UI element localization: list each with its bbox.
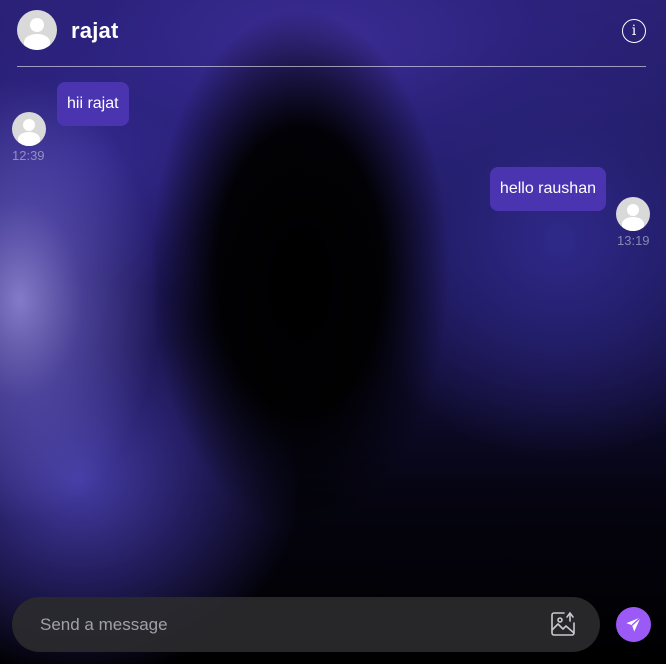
message-timestamp: 12:39 — [12, 148, 45, 163]
message-bubble-outgoing: hello raushan — [489, 167, 606, 211]
info-icon[interactable]: i — [622, 19, 646, 43]
image-icon[interactable] — [549, 610, 577, 638]
chat-header: rajat i — [17, 10, 646, 67]
message-composer — [12, 597, 600, 652]
own-avatar — [616, 197, 650, 231]
contact-avatar[interactable] — [17, 10, 57, 50]
message-timestamp: 13:19 — [617, 233, 650, 248]
message-input[interactable] — [40, 597, 510, 652]
send-button[interactable] — [616, 607, 651, 642]
contact-name[interactable]: rajat — [71, 18, 118, 44]
message-bubble-incoming: hii rajat — [57, 82, 129, 126]
send-icon — [626, 616, 642, 632]
sender-avatar — [12, 112, 46, 146]
